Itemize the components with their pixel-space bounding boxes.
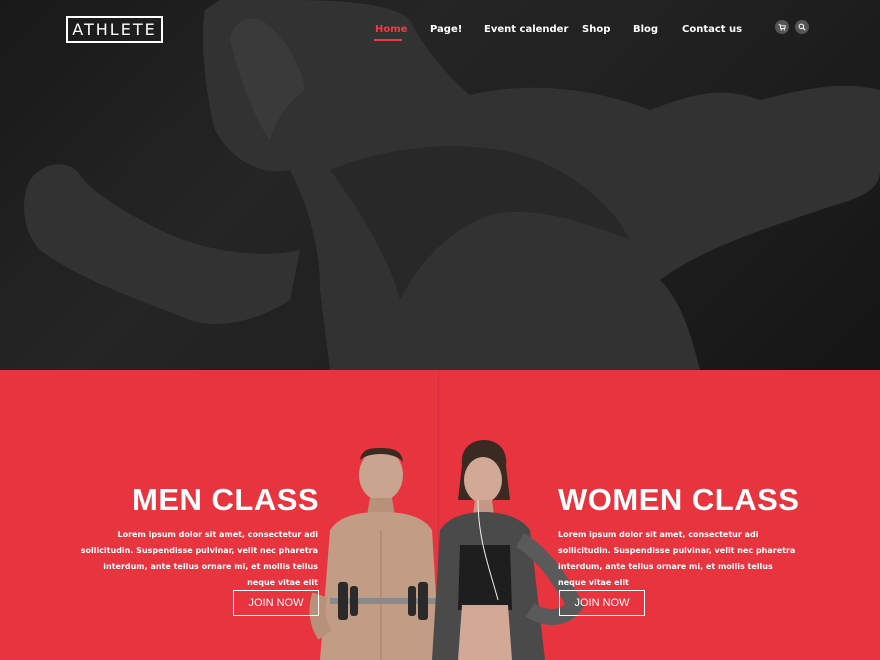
woman-figure [432, 440, 585, 660]
women-class-description: Lorem ipsum dolor sit amet, consectetur … [558, 530, 796, 587]
site-logo[interactable]: ATHLETE [66, 16, 163, 43]
women-class-title: WOMEN CLASS [558, 482, 800, 517]
search-icon[interactable] [795, 20, 809, 34]
women-join-now-button[interactable]: JOIN NOW [559, 590, 645, 616]
classes-section: MEN CLASS Lorem ipsum dolor sit amet, co… [0, 370, 880, 660]
active-nav-indicator [374, 39, 402, 41]
man-figure [309, 448, 440, 660]
nav-event-calender[interactable]: Event calender [484, 24, 568, 35]
nav-home[interactable]: Home [375, 24, 407, 35]
hero-athlete-image [0, 0, 880, 370]
nav-contact-us[interactable]: Contact us [682, 24, 742, 35]
men-class-description: Lorem ipsum dolor sit amet, consectetur … [80, 530, 318, 587]
nav-shop[interactable]: Shop [582, 24, 610, 35]
cart-icon[interactable] [775, 20, 789, 34]
nav-page[interactable]: Page! [430, 24, 462, 35]
hero-banner: ATHLETE Home Page! Event calender Shop B… [0, 0, 880, 370]
men-join-now-button[interactable]: JOIN NOW [233, 590, 319, 616]
nav-blog[interactable]: Blog [633, 24, 658, 35]
men-class-title: MEN CLASS [132, 482, 320, 517]
